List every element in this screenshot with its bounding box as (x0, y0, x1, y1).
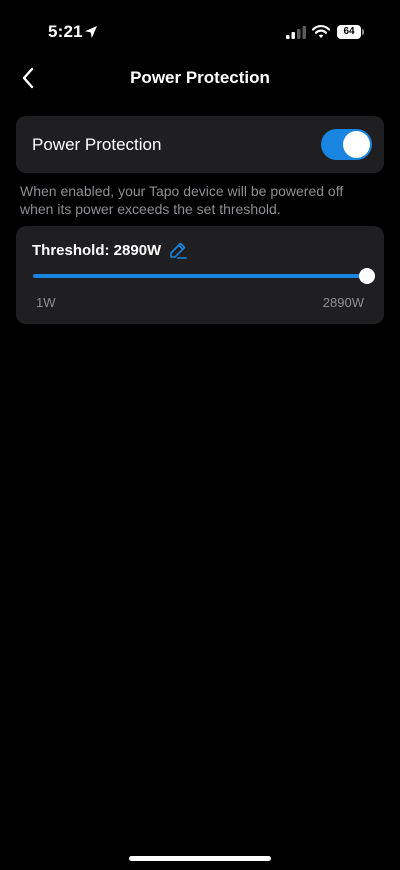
slider-fill (33, 274, 367, 278)
slider-min-label: 1W (36, 295, 56, 310)
battery-level: 64 (337, 25, 361, 39)
threshold-header: Threshold: 2890W (32, 241, 188, 259)
battery-icon: 64 (337, 25, 365, 39)
power-protection-row: Power Protection (16, 116, 384, 173)
threshold-label: Threshold: 2890W (32, 241, 162, 259)
pencil-icon[interactable] (169, 241, 188, 259)
power-protection-description: When enabled, your Tapo device will be p… (20, 183, 344, 217)
toggle-knob (343, 131, 370, 158)
wifi-icon (312, 25, 330, 38)
threshold-card: Threshold: 2890W 1W 2890W (16, 226, 384, 324)
power-protection-toggle[interactable] (321, 129, 372, 160)
battery-tip (362, 29, 364, 35)
threshold-slider[interactable] (33, 268, 375, 284)
status-bar: 5:21 64 (0, 0, 400, 64)
signal-icon (286, 26, 306, 39)
page-title: Power Protection (130, 68, 270, 87)
slider-max-label: 2890W (322, 295, 364, 310)
location-arrow-icon (85, 26, 97, 38)
home-indicator[interactable] (129, 856, 271, 861)
slider-thumb[interactable] (359, 268, 375, 284)
power-protection-label: Power Protection (32, 135, 162, 154)
status-time: 5:21 (48, 22, 83, 41)
